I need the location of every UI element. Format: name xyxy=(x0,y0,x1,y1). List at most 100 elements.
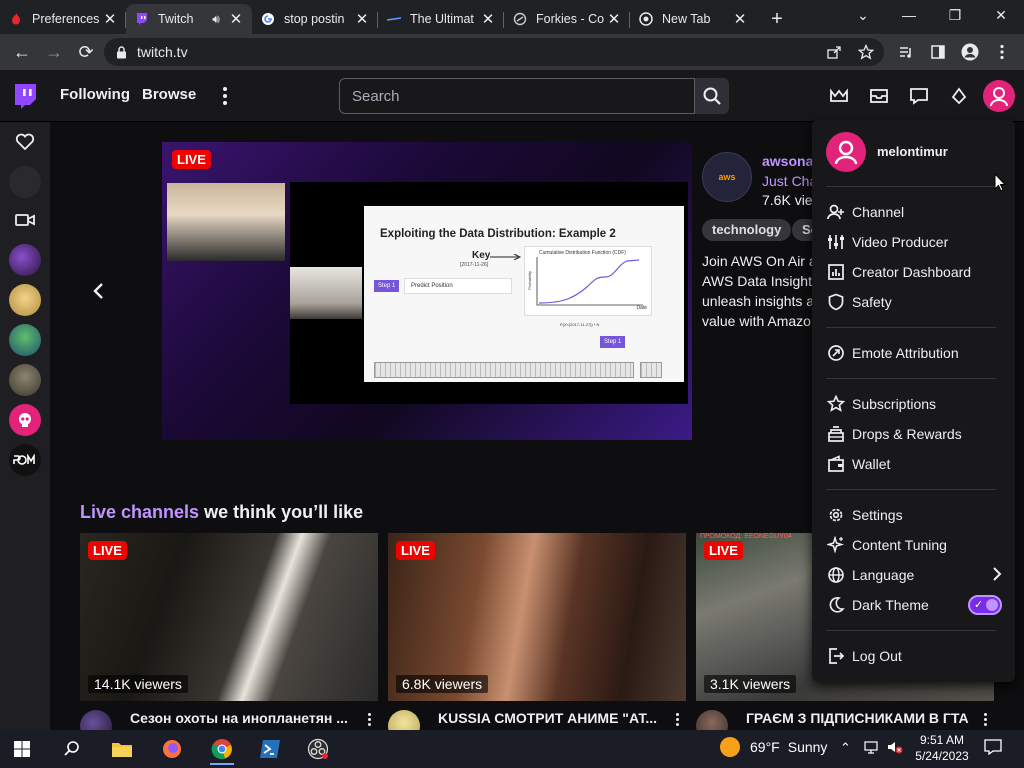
tray-chevron-up-icon[interactable]: ⌃ xyxy=(840,740,851,756)
channel-avatar[interactable] xyxy=(80,710,112,730)
address-bar[interactable]: twitch.tv xyxy=(104,38,884,66)
back-button[interactable]: ← xyxy=(6,36,38,68)
weather-widget[interactable]: 69°F Sunny xyxy=(720,737,827,757)
side-nav xyxy=(0,122,50,730)
close-tab-icon[interactable]: ✕ xyxy=(228,10,244,28)
side-channel-avatar[interactable] xyxy=(9,444,41,476)
carousel-prev-chevron-icon[interactable] xyxy=(86,278,110,304)
stream-title[interactable]: KUSSIA СМОТРИТ АНИМЕ "АТ... xyxy=(438,710,664,726)
obs-icon[interactable] xyxy=(298,733,338,765)
user-avatar-button[interactable] xyxy=(983,80,1015,112)
chrome-taskbar-icon[interactable] xyxy=(202,733,242,765)
browser-menu-icon[interactable] xyxy=(988,38,1016,66)
forward-button[interactable]: → xyxy=(38,36,70,68)
tab-forkies[interactable]: Forkies - Co ✕ xyxy=(504,4,630,34)
more-options-icon[interactable] xyxy=(364,710,374,728)
dark-theme-toggle[interactable]: ✓ xyxy=(968,595,1002,615)
recommended-camera-icon[interactable] xyxy=(15,212,35,228)
menu-item-settings[interactable]: Settings xyxy=(826,502,1004,528)
side-channel-avatar[interactable] xyxy=(9,284,41,316)
menu-item-creator-dashboard[interactable]: Creator Dashboard xyxy=(826,259,1004,285)
stream-card-thumbnail[interactable]: LIVE 14.1K viewers xyxy=(80,533,378,701)
volume-muted-icon[interactable] xyxy=(887,740,903,754)
prime-crown-icon[interactable] xyxy=(827,84,851,108)
stream-title[interactable]: Сезон охоты на инопланетян ... xyxy=(130,710,356,726)
reload-button[interactable]: ⟳ xyxy=(70,36,102,68)
close-tab-icon[interactable]: ✕ xyxy=(732,10,748,28)
powershell-icon[interactable] xyxy=(250,733,290,765)
drops-icon xyxy=(826,424,846,444)
featured-stream-player[interactable]: LIVE Exploiting the Data Distribution: E… xyxy=(162,142,692,440)
side-panel-icon[interactable] xyxy=(924,38,952,66)
side-channel-avatar[interactable] xyxy=(9,364,41,396)
notification-icon[interactable] xyxy=(984,739,1002,755)
restore-button[interactable]: ❐ xyxy=(932,0,978,30)
followed-channels-heart-icon[interactable] xyxy=(15,133,35,151)
stream-title[interactable]: ГРАЄМ З ПІДПИСНИКАМИ В ГТА xyxy=(746,710,972,726)
menu-item-language[interactable]: Language xyxy=(826,562,1004,588)
system-clock[interactable]: 9:51 AM 5/24/2023 xyxy=(912,732,972,764)
menu-item-subscriptions[interactable]: Subscriptions xyxy=(826,391,1004,417)
close-tab-icon[interactable]: ✕ xyxy=(606,10,622,28)
tab-google-search[interactable]: stop postin ✕ xyxy=(252,4,378,34)
tab-the-ultimate[interactable]: The Ultimat ✕ xyxy=(378,4,504,34)
side-channel-avatar[interactable] xyxy=(9,166,41,198)
file-explorer-icon[interactable] xyxy=(102,733,142,765)
search-input[interactable] xyxy=(339,78,695,114)
close-tab-icon[interactable]: ✕ xyxy=(102,10,118,28)
section-heading-link[interactable]: Live channels xyxy=(80,502,199,522)
close-window-button[interactable]: ✕ xyxy=(978,0,1024,30)
more-options-icon[interactable] xyxy=(980,710,990,728)
side-channel-avatar[interactable] xyxy=(9,404,41,436)
featured-channel-avatar[interactable]: aws xyxy=(702,152,752,202)
menu-item-video-producer[interactable]: Video Producer xyxy=(826,229,1004,255)
firefox-icon[interactable] xyxy=(152,733,192,765)
network-icon[interactable] xyxy=(863,740,879,754)
stream-card-thumbnail[interactable]: LIVE 6.8K viewers xyxy=(388,533,686,701)
bookmark-star-icon[interactable] xyxy=(852,38,880,66)
tab-search-chevron-icon[interactable]: ⌄ xyxy=(840,0,886,30)
speaker-icon[interactable]: 🔊︎ xyxy=(208,12,224,27)
close-tab-icon[interactable]: ✕ xyxy=(480,10,496,28)
menu-item-emote-attribution[interactable]: Emote Attribution xyxy=(826,340,1004,366)
tab-twitch[interactable]: Twitch 🔊︎ ✕ xyxy=(126,4,252,34)
menu-item-wallet[interactable]: Wallet xyxy=(826,451,1004,477)
promo-overlay-text: ПРОМОКОД: EEONEGUY04 xyxy=(700,533,792,540)
cdf-label: Cumulative Distribution Function (CDF) xyxy=(539,250,626,256)
tab-preferences[interactable]: Preferences ✕ xyxy=(0,4,126,34)
menu-item-content-tuning[interactable]: Content Tuning xyxy=(826,532,1004,558)
tab-new-tab[interactable]: New Tab ✕ xyxy=(630,4,756,34)
side-channel-avatar[interactable] xyxy=(9,244,41,276)
minimize-button[interactable]: — xyxy=(886,0,932,30)
close-tab-icon[interactable]: ✕ xyxy=(354,10,370,28)
browse-link[interactable]: Browse xyxy=(142,86,196,103)
more-options-icon[interactable] xyxy=(218,84,232,108)
menu-item-safety[interactable]: Safety xyxy=(826,289,1004,315)
channel-avatar[interactable] xyxy=(388,710,420,730)
channel-avatar[interactable] xyxy=(696,710,728,730)
side-channel-avatar[interactable] xyxy=(9,324,41,356)
new-tab-button[interactable]: + xyxy=(762,4,792,34)
share-icon[interactable] xyxy=(820,38,848,66)
taskbar-search-icon[interactable] xyxy=(52,733,92,765)
search-button[interactable] xyxy=(695,78,729,114)
bits-gem-icon[interactable] xyxy=(947,84,971,108)
menu-user-header[interactable]: melontimur xyxy=(826,132,1006,172)
menu-item-channel[interactable]: Channel xyxy=(826,199,1004,225)
menu-item-dark-theme[interactable]: Dark Theme ✓ xyxy=(826,592,1004,618)
profile-icon[interactable] xyxy=(956,38,984,66)
mouse-cursor-icon xyxy=(994,173,1006,193)
menu-item-log-out[interactable]: Log Out xyxy=(826,643,1004,669)
following-link[interactable]: Following xyxy=(60,86,130,103)
featured-channel-name[interactable]: awsona xyxy=(762,153,813,169)
windows-start-icon[interactable] xyxy=(2,733,42,765)
more-options-icon[interactable] xyxy=(672,710,682,728)
whispers-icon[interactable] xyxy=(907,84,931,108)
media-queue-icon[interactable] xyxy=(892,38,920,66)
tag-technology[interactable]: technology xyxy=(702,219,792,241)
stream-video-frame: Exploiting the Data Distribution: Exampl… xyxy=(290,182,688,404)
featured-channel-category[interactable]: Just Cha xyxy=(762,173,817,189)
twitch-logo-icon[interactable] xyxy=(12,83,38,111)
inbox-icon[interactable] xyxy=(867,84,891,108)
menu-item-drops-rewards[interactable]: Drops & Rewards xyxy=(826,421,1004,447)
